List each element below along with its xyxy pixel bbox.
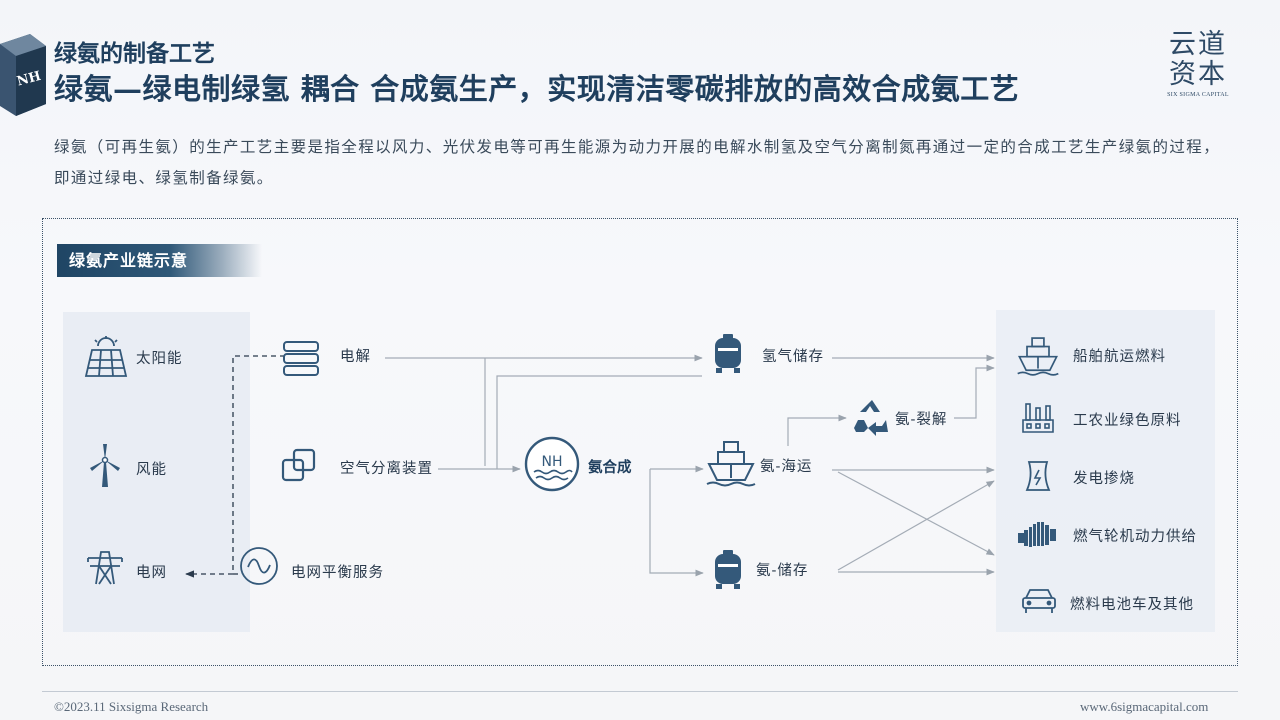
use-co-firing-label: 发电掺烧 [1073, 471, 1135, 487]
ammonia-synthesis-label: 氨合成 [588, 459, 632, 476]
source-wind-label: 风能 [136, 462, 167, 478]
footer-copyright: ©2023.11 Sixsigma Research [54, 699, 209, 714]
ammonia-shipping-label: 氨-海运 [760, 459, 813, 475]
power-tower-icon [87, 551, 123, 585]
grid-balance-label: 电网平衡服务 [291, 565, 384, 581]
recycle-icon [854, 400, 888, 436]
server-stack-icon [283, 341, 319, 376]
synthesis-badge-text: NH [542, 454, 563, 470]
air-separation-icon [281, 448, 316, 482]
ammonia-storage-label: 氨-储存 [756, 563, 809, 579]
car-icon [1022, 589, 1056, 613]
use-gas-turbine-label: 燃气轮机动力供给 [1073, 529, 1197, 545]
use-green-raw-material-label: 工农业绿色原料 [1073, 413, 1182, 429]
ammonia-tank-icon [715, 550, 741, 589]
use-fuel-cell-label: 燃料电池车及其他 [1070, 597, 1194, 613]
ammonia-cracking-label: 氨-裂解 [895, 412, 948, 428]
footer-divider [42, 691, 1238, 692]
hydrogen-storage-label: 氢气储存 [762, 349, 824, 365]
source-grid-label: 电网 [136, 565, 167, 581]
gas-turbine-icon [1018, 522, 1056, 547]
ship-fuel-icon [1017, 337, 1059, 376]
solar-panel-icon [84, 336, 128, 377]
ship-icon [706, 441, 756, 487]
footer-website-link[interactable]: www.6sigmacapital.com [1080, 699, 1208, 715]
electrolysis-label: 电解 [340, 349, 371, 365]
ammonia-synthesis-icon: NH [524, 436, 580, 492]
grid-balance-icon [240, 547, 278, 585]
hydrogen-tank-icon [715, 334, 741, 373]
wind-turbine-icon [90, 444, 120, 487]
power-plant-icon [1025, 461, 1051, 491]
source-solar-label: 太阳能 [136, 351, 183, 367]
air-separation-label: 空气分离装置 [340, 461, 433, 477]
factory-icon [1022, 403, 1054, 433]
use-ship-fuel-label: 船舶航运燃料 [1073, 349, 1166, 365]
